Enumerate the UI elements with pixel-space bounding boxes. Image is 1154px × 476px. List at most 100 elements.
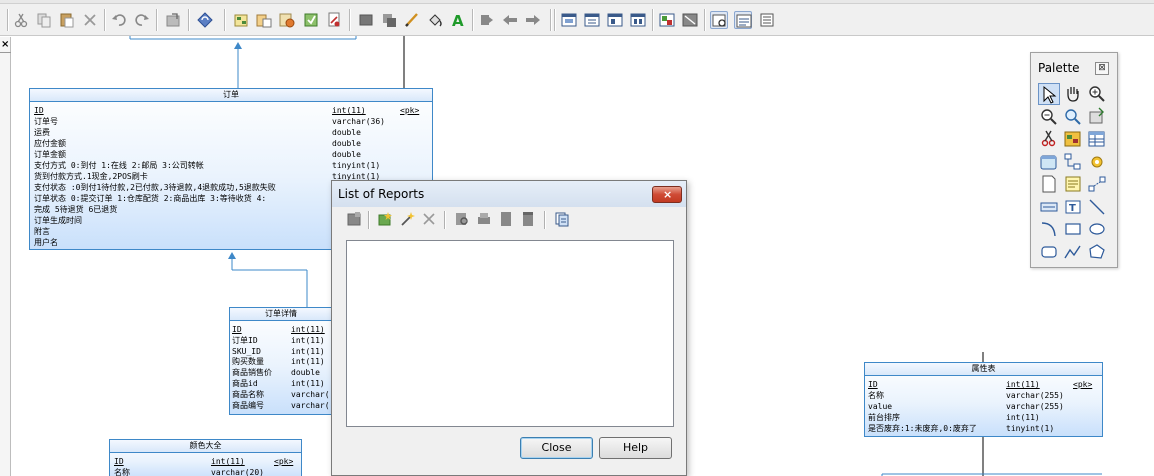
table-row: ID int(11) <pk>: [30, 105, 432, 116]
zoom-in-icon[interactable]: [1086, 83, 1108, 105]
column-name: 支付状态 :0到付1待付款,2已付款,3待退款,4退款成功,5退款失败: [34, 183, 276, 192]
column-type: int(11): [1006, 413, 1040, 422]
reports-list[interactable]: [346, 240, 674, 427]
table-row: 支付方式 0:到付 1:在线 2:邮局 3:公司转帐 tinyint(1): [30, 160, 432, 171]
column-type: varchar(: [291, 389, 330, 399]
column-name: ID: [868, 380, 878, 389]
note-icon[interactable]: [1062, 173, 1084, 195]
close-icon: ×: [663, 188, 673, 201]
table-order-detail[interactable]: 订单详情 ID int(11) 订单ID int(11) SKU_ID int(11) 购买…: [229, 307, 333, 415]
zoom-out-icon[interactable]: [1038, 106, 1060, 128]
wizard-icon[interactable]: [399, 211, 415, 227]
grabber-icon[interactable]: [1062, 83, 1084, 105]
polyline-icon[interactable]: [1062, 241, 1084, 263]
table-row: 名称 varchar(20): [110, 467, 301, 476]
column-type: double: [291, 368, 320, 378]
table-row: 前台排序 int(11): [865, 412, 1102, 423]
table-color[interactable]: 颜色大全 ID int(11) <pk> 名称 varchar(20): [109, 439, 302, 476]
table-row: 商品销售价 double: [230, 367, 332, 378]
properties-icon[interactable]: [346, 211, 362, 227]
pointer-icon[interactable]: [1038, 83, 1060, 105]
arc-icon[interactable]: [1038, 218, 1060, 240]
file-icon[interactable]: [1038, 173, 1060, 195]
line-icon[interactable]: [1086, 196, 1108, 218]
table-row: 商品名称 varchar(: [230, 389, 332, 400]
new-report-icon[interactable]: [377, 211, 393, 227]
column-name: 货到付款方式.1现金,2POS刷卡: [34, 172, 148, 181]
reference-icon[interactable]: [1062, 151, 1084, 173]
table-row: SKU_ID int(11): [230, 346, 332, 357]
polygon-icon[interactable]: [1086, 241, 1108, 263]
dialog-title-bar[interactable]: List of Reports ×: [332, 181, 686, 207]
column-type: varchar(20): [211, 468, 264, 476]
view-icon[interactable]: [1038, 151, 1060, 173]
dialog-toolbar: [346, 211, 676, 231]
column-name: 应付金额: [34, 139, 66, 148]
dialog-close-button[interactable]: ×: [652, 186, 682, 203]
column-name: 购买数量: [232, 357, 264, 367]
package-icon[interactable]: [1062, 128, 1084, 150]
column-name: 用户名: [34, 238, 58, 247]
column-name: 前台排序: [868, 413, 900, 422]
procedure-icon[interactable]: [1086, 151, 1108, 173]
column-name: 名称: [114, 468, 130, 476]
column-type: int(11): [1006, 380, 1040, 389]
table-row: 名称 varchar(255): [865, 390, 1102, 401]
table-row: 是否废弃:1:未废弃,0:废弃了 tinyint(1): [865, 423, 1102, 434]
title-icon[interactable]: [1038, 196, 1060, 218]
table-title: 订单: [30, 89, 432, 102]
column-name: 商品销售价: [232, 368, 272, 378]
column-name: SKU_ID: [232, 346, 261, 356]
properties-icon[interactable]: [1086, 106, 1108, 128]
column-type: int(11): [291, 357, 325, 367]
column-type: int(11): [291, 325, 325, 334]
column-type: double: [332, 139, 361, 148]
close-button[interactable]: Close: [520, 437, 593, 459]
column-name: 运费: [34, 128, 50, 137]
table-row: 订单金额 double: [30, 149, 432, 160]
rounded-rectangle-icon[interactable]: [1038, 241, 1060, 263]
export-template-icon[interactable]: [554, 211, 570, 227]
column-name: 是否废弃:1:未废弃,0:废弃了: [868, 424, 977, 433]
column-type: varchar(255): [1006, 402, 1064, 411]
text-icon[interactable]: T: [1062, 196, 1084, 218]
column-name: 订单ID: [232, 335, 258, 345]
palette-tools: T: [1038, 83, 1114, 263]
generate-rtf-icon[interactable]: [520, 211, 536, 227]
rectangle-icon[interactable]: [1062, 218, 1084, 240]
table-row: 应付金额 double: [30, 138, 432, 149]
generate-html-icon[interactable]: [498, 211, 514, 227]
column-type: int(11): [291, 335, 325, 345]
help-button[interactable]: Help: [599, 437, 672, 459]
table-title: 颜色大全: [110, 440, 301, 453]
table-row: ID int(11): [230, 324, 332, 335]
column-key: <pk>: [400, 106, 420, 115]
print-icon[interactable]: [476, 211, 492, 227]
column-name: ID: [114, 457, 124, 466]
column-name: 附言: [34, 227, 50, 236]
table-icon[interactable]: [1086, 128, 1108, 150]
column-type: varchar(255): [1006, 391, 1064, 400]
column-name: 支付方式 0:到付 1:在线 2:邮局 3:公司转帐: [34, 161, 204, 170]
link-icon[interactable]: [1086, 173, 1108, 195]
dialog-title: List of Reports: [338, 187, 425, 201]
powerdesigner-window: A × 订单 ID int(11) <pk> 订单号 varchar(36) 运…: [0, 0, 1154, 476]
open-package-icon[interactable]: [1062, 106, 1084, 128]
palette-close-button[interactable]: ⊠: [1095, 62, 1109, 75]
palette-title: Palette: [1038, 61, 1080, 75]
column-type: tinyint(1): [1006, 424, 1055, 433]
table-row: ID int(11) <pk>: [865, 379, 1102, 390]
column-type: varchar(: [291, 400, 330, 410]
column-name: ID: [232, 325, 242, 334]
column-type: varchar(36): [332, 117, 385, 126]
column-name: 订单生成时间: [34, 216, 82, 225]
ellipse-icon[interactable]: [1086, 218, 1108, 240]
preview-icon[interactable]: [454, 211, 470, 227]
column-type: int(11): [332, 106, 366, 115]
table-attribute[interactable]: 属性表 ID int(11) <pk> 名称 varchar(255) value varc…: [864, 362, 1103, 437]
column-name: 名称: [868, 391, 884, 400]
delete-icon[interactable]: [1038, 128, 1060, 150]
column-name: ID: [34, 106, 44, 115]
delete-icon[interactable]: [421, 211, 437, 227]
column-name: 商品名称: [232, 389, 264, 399]
